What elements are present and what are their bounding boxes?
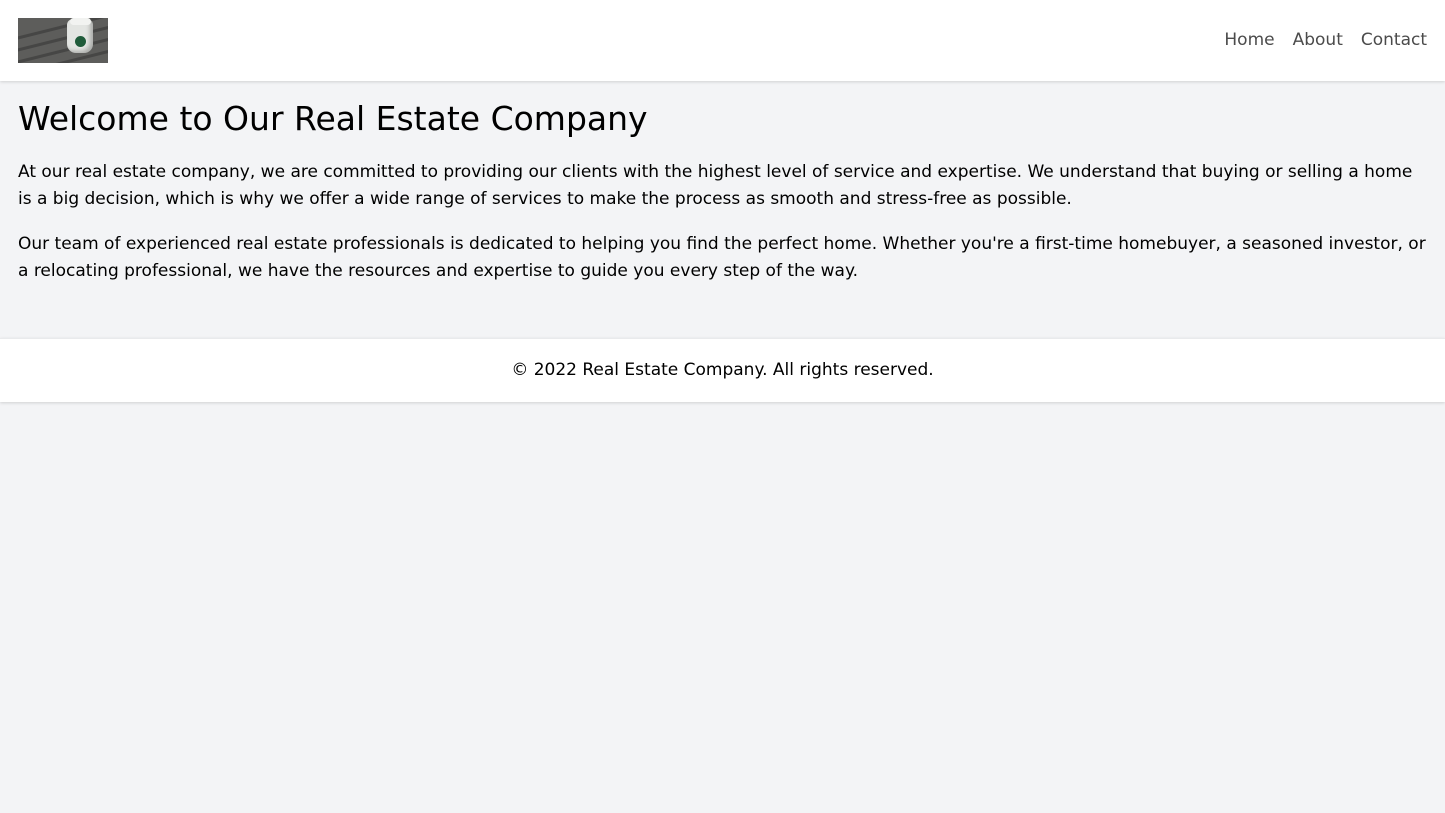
main-nav: Home About Contact: [1224, 29, 1427, 51]
nav-link-about[interactable]: About: [1293, 29, 1343, 51]
nav-link-contact[interactable]: Contact: [1361, 29, 1427, 51]
intro-paragraph: At our real estate company, we are commi…: [18, 162, 1413, 209]
main-content: Welcome to Our Real Estate Company At ou…: [18, 97, 1428, 303]
cup-badge: [74, 35, 87, 48]
team-paragraph: Our team of experienced real estate prof…: [18, 234, 1426, 281]
site-header: Home About Contact: [0, 0, 1445, 81]
logo-image[interactable]: [18, 18, 108, 63]
page-title: Welcome to Our Real Estate Company: [18, 99, 648, 138]
nav-link-home[interactable]: Home: [1224, 29, 1274, 51]
site-footer: © 2022 Real Estate Company. All rights r…: [0, 338, 1445, 402]
copyright-text: © 2022 Real Estate Company. All rights r…: [511, 360, 934, 380]
cup-lid: [70, 18, 91, 25]
